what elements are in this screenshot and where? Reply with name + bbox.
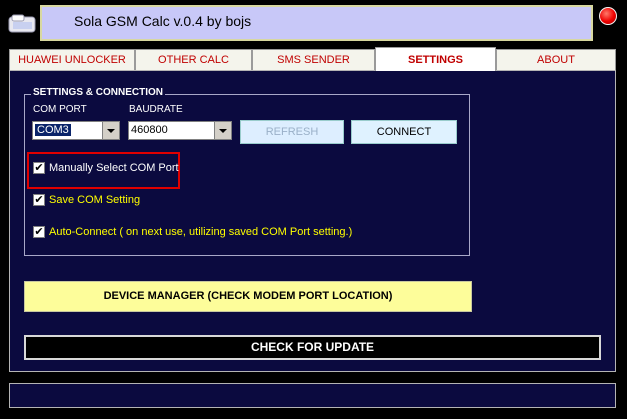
chevron-down-icon[interactable] <box>214 122 231 139</box>
com-port-label: COM PORT <box>33 104 87 115</box>
group-title: SETTINGS & CONNECTION <box>31 87 166 98</box>
tab-sms-sender[interactable]: SMS SENDER <box>252 49 375 70</box>
status-bar <box>9 383 616 408</box>
tab-other-calc[interactable]: OTHER CALC <box>135 49 252 70</box>
manual-select-label: Manually Select COM Port <box>49 162 179 174</box>
baudrate-select[interactable]: 460800 <box>128 121 232 140</box>
tab-settings[interactable]: SETTINGS <box>375 47 496 71</box>
tab-huawei-unlocker[interactable]: HUAWEI UNLOCKER <box>9 49 135 70</box>
chevron-down-icon[interactable] <box>102 122 119 139</box>
app-window-icon <box>8 12 38 34</box>
connect-button[interactable]: CONNECT <box>351 120 457 144</box>
manual-select-checkbox[interactable]: ✔ <box>33 162 45 174</box>
baudrate-value: 460800 <box>131 124 168 136</box>
window-title: Sola GSM Calc v.0.4 by bojs <box>74 13 252 29</box>
save-com-checkbox[interactable]: ✔ <box>33 194 45 206</box>
tab-about[interactable]: ABOUT <box>496 49 616 70</box>
device-manager-button[interactable]: DEVICE MANAGER (CHECK MODEM PORT LOCATIO… <box>24 281 472 312</box>
save-com-label: Save COM Setting <box>49 194 141 206</box>
com-port-value: COM3 <box>35 124 71 136</box>
baudrate-label: BAUDRATE <box>129 104 183 115</box>
auto-connect-label: Auto-Connect ( on next use, utilizing sa… <box>49 226 353 238</box>
refresh-button[interactable]: REFRESH <box>240 120 344 144</box>
auto-connect-checkbox[interactable]: ✔ <box>33 226 45 238</box>
check-update-button[interactable]: CHECK FOR UPDATE <box>24 335 601 360</box>
com-port-select[interactable]: COM3 <box>32 121 120 140</box>
close-icon[interactable] <box>599 7 617 25</box>
